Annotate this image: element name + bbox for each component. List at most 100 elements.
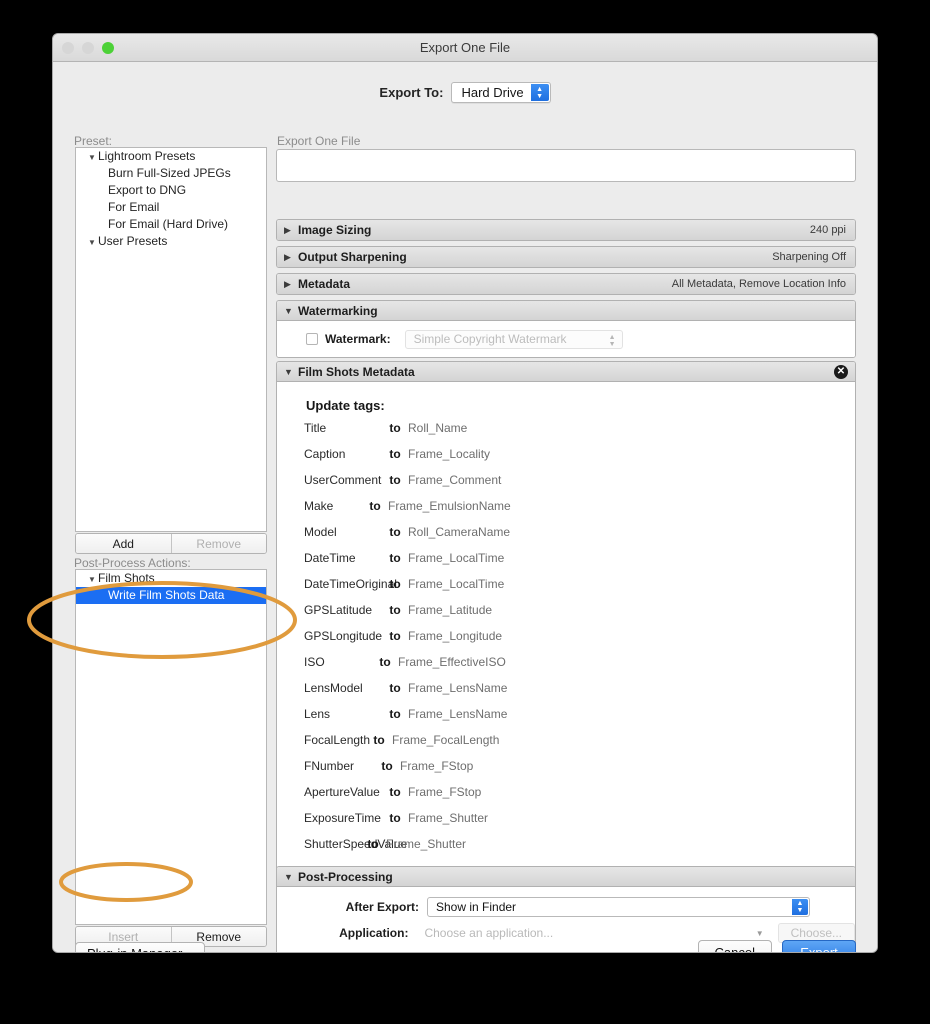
tag-value: Frame_EffectiveISO <box>398 655 506 669</box>
tag-mapping-row[interactable]: FocalLength to Frame_FocalLength <box>277 733 855 759</box>
tag-mapping-row[interactable]: UserComment to Frame_Comment <box>277 473 855 499</box>
preset-item[interactable]: ▼ User Presets <box>76 233 266 250</box>
tag-mapping-row[interactable]: GPSLongitude to Frame_Longitude <box>277 629 855 655</box>
preset-item[interactable]: Burn Full-Sized JPEGs <box>76 165 266 182</box>
tag-mapping-row[interactable]: Model to Roll_CameraName <box>277 525 855 551</box>
preset-item[interactable]: For Email <box>76 199 266 216</box>
tag-mapping-row[interactable]: Make to Frame_EmulsionName <box>277 499 855 525</box>
window-title: Export One File <box>419 40 511 55</box>
film-shots-metadata-body: Update tags: Title to Roll_Name Caption to Fr… <box>277 382 855 875</box>
tag-value: Frame_LocalTime <box>408 577 505 591</box>
post-processing-panel-header[interactable]: ▼ Post-Processing <box>277 867 855 887</box>
after-export-dropdown[interactable]: Show in Finder ▲ ▼ <box>427 897 810 917</box>
collapsed-panel-header[interactable]: ▶ Output Sharpening Sharpening Off <box>277 247 855 267</box>
cancel-button[interactable]: Cancel <box>697 940 772 952</box>
after-export-label: After Export: <box>345 900 419 914</box>
export-to-row: Export To: Hard Drive ▲ ▼ <box>53 82 877 103</box>
collapsed-panel: ▶ Image Sizing 240 ppi <box>276 219 856 241</box>
watermarking-panel-title: Watermarking <box>298 303 378 318</box>
post-process-action-item[interactable]: Write Film Shots Data <box>76 587 266 604</box>
tag-value: Frame_Latitude <box>408 603 493 617</box>
tag-value: Frame_Locality <box>408 447 491 461</box>
tag-mapping-row[interactable]: ApertureValue to Frame_FStop <box>277 785 855 811</box>
triangle-down-icon[interactable]: ▼ <box>88 149 98 166</box>
after-export-row: After Export: Show in Finder ▲ ▼ <box>277 894 855 920</box>
post-process-actions-label: Post-Process Actions: <box>74 556 191 570</box>
tag-mapping-row[interactable]: GPSLatitude to Frame_Latitude <box>277 603 855 629</box>
watermark-checkbox[interactable] <box>306 333 318 345</box>
tag-value: Frame_Comment <box>408 473 502 487</box>
preset-item-label: For Email <box>108 200 160 214</box>
export-to-label: Export To: <box>379 85 444 100</box>
tag-value: Frame_EmulsionName <box>388 499 511 513</box>
chevron-down-icon: ▼ <box>755 928 764 938</box>
film-shots-metadata-panel: ▼ Film Shots Metadata ✕ Update tags: Tit… <box>276 361 856 876</box>
remove-preset-button[interactable]: Remove <box>170 534 266 553</box>
preset-item[interactable]: Export to DNG <box>76 182 266 199</box>
tag-to-word: to <box>389 447 401 461</box>
collapsed-panel: ▶ Metadata All Metadata, Remove Location I… <box>276 273 856 295</box>
tag-mapping-row[interactable]: ShutterSpeedValue to Frame_Shutter <box>277 837 855 863</box>
export-to-dropdown[interactable]: Hard Drive ▲ ▼ <box>451 82 551 103</box>
export-button[interactable]: Export <box>782 940 856 952</box>
tag-to-word: to <box>389 681 401 695</box>
triangle-down-icon: ▼ <box>284 871 293 882</box>
preset-item-label: Burn Full-Sized JPEGs <box>108 166 231 180</box>
film-shots-metadata-panel-header[interactable]: ▼ Film Shots Metadata ✕ <box>277 362 855 382</box>
tag-to-word: to <box>389 785 401 799</box>
tag-to-word: to <box>379 655 391 669</box>
tag-mapping-row[interactable]: Title to Roll_Name <box>277 421 855 447</box>
triangle-down-icon[interactable]: ▼ <box>88 571 98 588</box>
tag-to-word: to <box>389 473 401 487</box>
dialog-body: Export To: Hard Drive ▲ ▼ Preset: ▼ Lightr… <box>53 62 877 952</box>
window-titlebar: Export One File <box>53 34 877 62</box>
film-shots-metadata-panel-title: Film Shots Metadata <box>298 364 415 379</box>
tag-name: Caption <box>304 447 346 461</box>
preset-label: Preset: <box>74 134 113 148</box>
tag-name: UserComment <box>304 473 382 487</box>
post-process-actions-list[interactable]: ▼ Film Shots Write Film Shots Data <box>75 569 267 925</box>
collapsed-panel-title: Metadata <box>298 277 351 291</box>
tag-mapping-row[interactable]: DateTime to Frame_LocalTime <box>277 551 855 577</box>
chevron-updown-icon: ▲ ▼ <box>530 84 549 101</box>
tag-mapping-row[interactable]: Caption to Frame_Locality <box>277 447 855 473</box>
tag-value: Frame_Shutter <box>408 811 489 825</box>
collapsed-panel-summary: All Metadata, Remove Location Info <box>671 278 846 290</box>
preset-item-label: For Email (Hard Drive) <box>108 217 229 231</box>
tag-mapping-row[interactable]: DateTimeOriginal to Frame_LocalTime <box>277 577 855 603</box>
collapsed-panel-summary: 240 ppi <box>809 224 846 236</box>
tag-mapping-row[interactable]: Lens to Frame_LensName <box>277 707 855 733</box>
post-process-action-item[interactable]: ▼ Film Shots <box>76 570 266 587</box>
chevron-updown-icon: ▲ ▼ <box>792 899 808 915</box>
tag-name: ISO <box>304 655 325 669</box>
triangle-down-icon: ▼ <box>284 366 293 377</box>
tag-name: DateTime <box>304 551 356 565</box>
export-dialog-window: Export One File Export To: Hard Drive ▲ ▼… <box>52 33 878 953</box>
tag-mapping-row[interactable]: ExposureTime to Frame_Shutter <box>277 811 855 837</box>
tag-name: DateTimeOriginal <box>304 577 397 591</box>
collapsed-panel: ▶ Output Sharpening Sharpening Off <box>276 246 856 268</box>
tag-name: Title <box>304 421 327 435</box>
watermarking-panel-header[interactable]: ▼ Watermarking <box>277 301 855 321</box>
collapsed-panel-header[interactable]: ▶ Image Sizing 240 ppi <box>277 220 855 240</box>
tag-to-word: to <box>389 629 401 643</box>
triangle-down-icon[interactable]: ▼ <box>88 234 98 251</box>
plugin-manager-button[interactable]: Plug-in Manager... <box>75 942 205 952</box>
tag-mapping-row[interactable]: ISO to Frame_EffectiveISO <box>277 655 855 681</box>
tag-name: FocalLength <box>304 733 371 747</box>
preset-list[interactable]: ▼ Lightroom Presets Burn Full-Sized JPEGs E… <box>75 147 267 532</box>
preset-item[interactable]: For Email (Hard Drive) <box>76 216 266 233</box>
add-preset-button[interactable]: Add <box>76 534 171 553</box>
application-label: Application: <box>339 926 409 940</box>
tag-mapping-row[interactable]: FNumber to Frame_FStop <box>277 759 855 785</box>
collapsed-panel-summary: Sharpening Off <box>772 251 846 263</box>
tag-value: Frame_FocalLength <box>392 733 500 747</box>
tag-value: Frame_Shutter <box>386 837 467 851</box>
watermark-preset-dropdown[interactable]: Simple Copyright Watermark ▲ ▼ <box>404 329 623 349</box>
remove-plugin-section-icon[interactable]: ✕ <box>834 365 848 379</box>
collapsed-panel-header[interactable]: ▶ Metadata All Metadata, Remove Location I… <box>277 274 855 294</box>
tag-mapping-row[interactable]: LensModel to Frame_LensName <box>277 681 855 707</box>
preset-item[interactable]: ▼ Lightroom Presets <box>76 148 266 165</box>
tag-to-word: to <box>389 603 401 617</box>
watermark-label: Watermark: <box>325 332 391 346</box>
